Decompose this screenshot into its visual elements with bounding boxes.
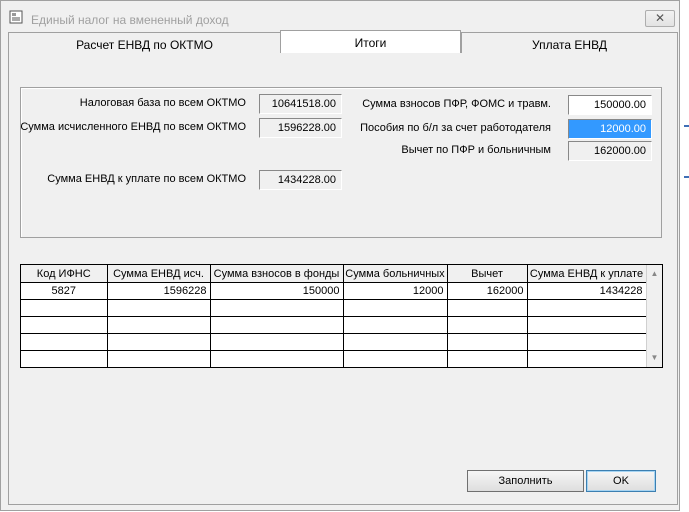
tab-totals[interactable]: Итоги [280, 30, 461, 54]
close-icon: ✕ [654, 11, 666, 25]
payable-envd-field: 1434228.00 [259, 170, 342, 190]
grid-cell[interactable] [210, 333, 344, 351]
form-icon [9, 10, 23, 24]
background-window-edge [681, 0, 689, 512]
tax-base-label: Налоговая база по всем ОКТМО [79, 97, 246, 109]
tab-oktmo-calc[interactable]: Расчет ЕНВД по ОКТМО [8, 32, 281, 54]
grid-cell[interactable] [107, 299, 211, 317]
sick-benefits-input[interactable]: 12000.00 [568, 119, 652, 139]
grid-cell[interactable] [527, 333, 647, 351]
table-row[interactable] [21, 316, 647, 334]
payable-envd-label: Сумма ЕНВД к уплате по всем ОКТМО [47, 173, 246, 185]
table-row[interactable] [21, 299, 647, 317]
totals-table: Код ИФНС Сумма ЕНВД исч. Сумма взносов в… [21, 265, 647, 368]
grid-cell[interactable] [107, 316, 211, 334]
grid-cell[interactable] [447, 350, 528, 368]
totals-grid[interactable]: Код ИФНС Сумма ЕНВД исч. Сумма взносов в… [20, 264, 663, 368]
grid-cell[interactable] [343, 316, 448, 334]
grid-cell[interactable]: 162000 [447, 282, 528, 300]
grid-cell[interactable]: 1434228 [527, 282, 647, 300]
contributions-label: Сумма взносов ПФР, ФОМС и травм. [362, 98, 551, 110]
close-button[interactable]: ✕ [645, 10, 675, 27]
grid-cell[interactable]: 1596228 [107, 282, 211, 300]
table-row[interactable] [21, 333, 647, 351]
grid-cell[interactable] [343, 350, 448, 368]
calculated-envd-label: Сумма исчисленного ЕНВД по всем ОКТМО [20, 121, 246, 133]
grid-cell[interactable] [107, 333, 211, 351]
grid-cell[interactable] [21, 350, 108, 368]
grid-cell[interactable] [447, 316, 528, 334]
tax-base-field: 10641518.00 [259, 94, 342, 114]
ok-button[interactable]: OK [586, 470, 656, 492]
col-header-sick[interactable]: Сумма больничных [343, 265, 448, 283]
grid-cell[interactable] [527, 350, 647, 368]
grid-cell[interactable] [343, 299, 448, 317]
window-title: Единый налог на вмененный доход [31, 13, 229, 27]
sick-benefits-label: Пособия по б/л за счет работодателя [360, 122, 551, 134]
edge-mark [684, 125, 689, 127]
scroll-down-arrow-icon[interactable]: ▼ [647, 350, 662, 366]
grid-cell[interactable] [527, 316, 647, 334]
col-header-deduction[interactable]: Вычет [447, 265, 528, 283]
col-header-envd-calc[interactable]: Сумма ЕНВД исч. [107, 265, 211, 283]
grid-cell[interactable]: 12000 [343, 282, 448, 300]
table-row[interactable] [21, 350, 647, 368]
grid-cell[interactable]: 5827 [21, 282, 108, 300]
title-bar[interactable]: Единый налог на вмененный доход ✕ [1, 1, 679, 32]
grid-cell[interactable] [21, 316, 108, 334]
deduction-label: Вычет по ПФР и больничным [401, 144, 551, 156]
col-header-envd-payable[interactable]: Сумма ЕНВД к уплате [527, 265, 647, 283]
table-row[interactable]: 5827 1596228 150000 12000 162000 1434228 [21, 282, 647, 300]
grid-cell[interactable] [210, 350, 344, 368]
fill-button[interactable]: Заполнить [467, 470, 584, 492]
grid-cell[interactable] [210, 316, 344, 334]
contributions-input[interactable]: 150000.00 [568, 95, 652, 115]
deduction-field: 162000.00 [568, 141, 652, 161]
calculated-envd-field: 1596228.00 [259, 118, 342, 138]
tab-strip: Расчет ЕНВД по ОКТМО Итоги Уплата ЕНВД [8, 30, 678, 54]
grid-cell[interactable] [21, 333, 108, 351]
grid-vertical-scrollbar[interactable]: ▲ ▼ [646, 265, 662, 367]
scroll-up-arrow-icon[interactable]: ▲ [647, 266, 662, 282]
grid-cell[interactable] [107, 350, 211, 368]
grid-cell[interactable] [21, 299, 108, 317]
dialog-window: Единый налог на вмененный доход ✕ Расчет… [0, 0, 680, 511]
edge-mark [684, 176, 689, 178]
grid-cell[interactable]: 150000 [210, 282, 344, 300]
grid-header-row: Код ИФНС Сумма ЕНВД исч. Сумма взносов в… [21, 265, 647, 283]
grid-cell[interactable] [447, 333, 528, 351]
tab-payment[interactable]: Уплата ЕНВД [461, 32, 678, 54]
col-header-ifns[interactable]: Код ИФНС [21, 265, 108, 283]
grid-cell[interactable] [447, 299, 528, 317]
grid-cell[interactable] [343, 333, 448, 351]
col-header-contributions[interactable]: Сумма взносов в фонды [210, 265, 344, 283]
grid-cell[interactable] [210, 299, 344, 317]
grid-cell[interactable] [527, 299, 647, 317]
